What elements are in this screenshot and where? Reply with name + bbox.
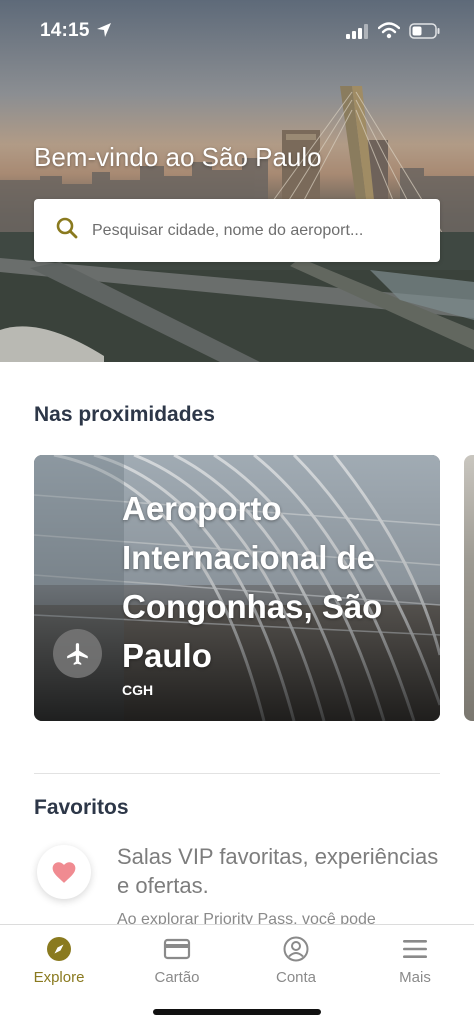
tab-more[interactable]: Mais <box>356 933 474 986</box>
tab-card[interactable]: Cartão <box>118 933 236 986</box>
hero-banner: 14:15 Bem-vindo ao São Paulo Pesquisar c… <box>0 0 474 362</box>
welcome-heading: Bem-vindo ao São Paulo <box>34 142 322 172</box>
airplane-icon <box>53 629 102 678</box>
tab-more-label: Mais <box>399 969 431 986</box>
next-airport-card[interactable] <box>464 455 474 721</box>
location-arrow-icon <box>96 22 112 43</box>
tab-card-label: Cartão <box>154 969 200 986</box>
wifi-icon <box>377 22 401 44</box>
heart-icon <box>37 845 91 899</box>
search-icon <box>56 217 78 244</box>
tab-account[interactable]: Conta <box>237 933 355 986</box>
status-time: 14:15 <box>40 20 90 41</box>
airport-name: Aeroporto Internacional de Congonhas, Sã… <box>122 490 383 674</box>
status-bar: 14:15 <box>0 0 474 64</box>
home-indicator[interactable] <box>153 1009 321 1015</box>
favorites-description: Salas VIP favoritas, experiências e ofer… <box>117 844 439 898</box>
section-divider <box>34 773 440 774</box>
account-icon <box>237 933 355 965</box>
card-icon <box>118 933 236 965</box>
app-screen: 14:15 Bem-vindo ao São Paulo Pesquisar c… <box>0 0 474 1026</box>
tab-explore-label: Explore <box>33 969 85 986</box>
battery-icon <box>409 23 441 44</box>
search-placeholder: Pesquisar cidade, nome do aeroport... <box>92 221 364 239</box>
search-input[interactable]: Pesquisar cidade, nome do aeroport... <box>34 199 440 262</box>
cellular-signal-icon <box>346 24 370 44</box>
airport-code: CGH <box>122 682 154 698</box>
tab-account-label: Conta <box>275 969 317 986</box>
tab-explore[interactable]: Explore <box>0 933 118 986</box>
menu-icon <box>356 933 474 965</box>
compass-icon <box>0 933 118 965</box>
favorites-section-title: Favoritos <box>34 796 129 819</box>
nearby-section-title: Nas proximidades <box>34 403 215 426</box>
